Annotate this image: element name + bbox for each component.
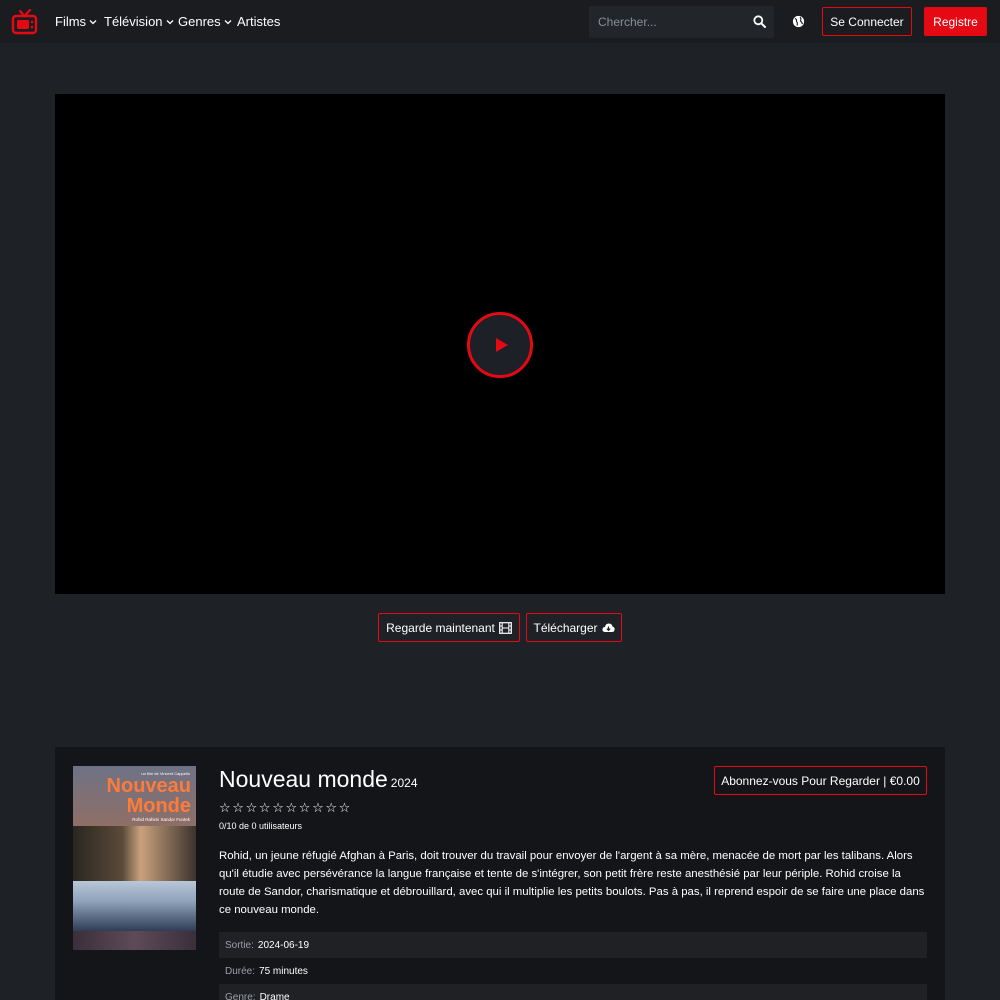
play-icon: [496, 338, 508, 352]
star-icon[interactable]: ☆: [312, 801, 324, 814]
nav-television-label: Télévision: [104, 14, 163, 29]
nav-artistes-label: Artistes: [237, 14, 281, 29]
nav-films-label: Films: [55, 14, 87, 29]
search-input[interactable]: [589, 6, 749, 38]
poster-photo-bottom: [73, 881, 196, 931]
nav-genres[interactable]: Genres: [178, 14, 232, 29]
register-button[interactable]: Registre: [924, 7, 987, 36]
detail-row-release: Sortie: 2024-06-19: [219, 932, 927, 958]
star-icon[interactable]: ☆: [246, 801, 258, 814]
register-button-label: Registre: [933, 14, 978, 29]
nav-genres-label: Genres: [178, 14, 221, 29]
subscribe-button-label: Abonnez-vous Pour Regarder | €0.00: [721, 773, 920, 788]
movie-synopsis: Rohid, un jeune réfugié Afghan à Paris, …: [219, 850, 925, 916]
detail-label: Durée:: [225, 965, 256, 977]
login-button-label: Se Connecter: [830, 14, 904, 29]
tv-logo-icon[interactable]: [11, 9, 38, 35]
poster-title-line1: Nouveau: [106, 775, 191, 797]
movie-title: Nouveau monde: [219, 766, 388, 792]
rating-summary: 0/10 de 0 utilisateurs: [219, 821, 303, 831]
video-player[interactable]: [55, 94, 945, 594]
top-navbar: Films Télévision Genres Artistes Se Conn…: [0, 0, 1000, 43]
detail-value: 75 minutes: [259, 965, 308, 977]
detail-label: Genre:: [225, 991, 256, 1000]
nav-artistes[interactable]: Artistes: [237, 14, 280, 29]
subscribe-button[interactable]: Abonnez-vous Pour Regarder | €0.00: [714, 766, 927, 795]
star-icon[interactable]: ☆: [259, 801, 271, 814]
movie-title-heading: Nouveau monde 2024: [219, 766, 418, 793]
watch-now-button[interactable]: Regarde maintenant: [378, 613, 520, 642]
cloud-download-icon: [602, 623, 615, 632]
star-icon[interactable]: ☆: [272, 801, 284, 814]
chevron-down-icon: [224, 19, 232, 24]
detail-value[interactable]: Drame: [260, 992, 290, 1000]
star-icon[interactable]: ☆: [232, 801, 244, 814]
detail-row-duration: Durée: 75 minutes: [219, 958, 927, 984]
poster-photo-top: [73, 826, 196, 881]
download-button[interactable]: Télécharger: [526, 613, 622, 642]
detail-row-genre: Genre: Drame: [219, 984, 927, 1000]
chevron-down-icon: [166, 19, 173, 24]
search-box: [589, 6, 774, 38]
movie-year: 2024: [390, 776, 418, 790]
rating-stars: ☆ ☆ ☆ ☆ ☆ ☆ ☆ ☆ ☆ ☆: [219, 801, 351, 814]
search-icon[interactable]: [753, 15, 766, 28]
watch-now-label: Regarde maintenant: [386, 620, 495, 635]
chevron-down-icon: [89, 19, 97, 24]
star-icon[interactable]: ☆: [285, 801, 297, 814]
movie-poster[interactable]: un film de Vincent Cappello Nouveau Mond…: [73, 766, 196, 950]
nav-films[interactable]: Films: [55, 14, 97, 29]
download-label: Télécharger: [533, 620, 598, 635]
globe-icon[interactable]: [792, 15, 805, 28]
poster-cast: Rohid Rahimi Sandor Funtek: [132, 817, 190, 822]
poster-footer: [73, 931, 196, 950]
nav-television[interactable]: Télévision: [104, 14, 174, 29]
play-button[interactable]: [467, 312, 533, 378]
star-icon[interactable]: ☆: [299, 801, 311, 814]
star-icon[interactable]: ☆: [325, 801, 337, 814]
film-icon: [498, 621, 512, 634]
detail-value: 2024-06-19: [257, 939, 310, 951]
detail-label: Sortie:: [225, 939, 254, 951]
poster-title-line2: Monde: [126, 795, 191, 817]
login-button[interactable]: Se Connecter: [822, 7, 912, 36]
star-icon[interactable]: ☆: [339, 801, 351, 814]
movie-details-card: un film de Vincent Cappello Nouveau Mond…: [55, 747, 945, 1000]
star-icon[interactable]: ☆: [219, 801, 231, 814]
